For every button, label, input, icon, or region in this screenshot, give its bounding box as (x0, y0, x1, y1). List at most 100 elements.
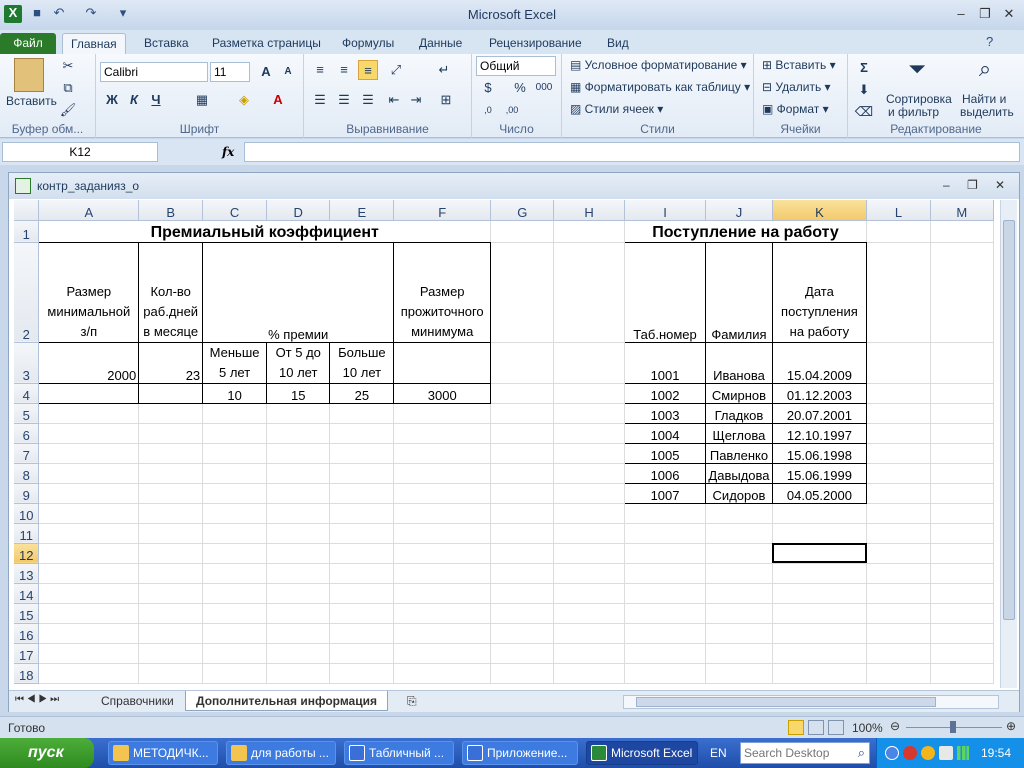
cell-a3[interactable]: 2000 (38, 341, 140, 384)
cell[interactable] (329, 623, 395, 644)
cell-j5[interactable]: Гладков (705, 402, 773, 424)
cell[interactable] (772, 523, 868, 544)
cell[interactable] (393, 443, 492, 464)
cell[interactable] (202, 563, 268, 584)
cell-c3[interactable]: Меньше 5 лет (202, 341, 268, 384)
cell[interactable] (38, 463, 140, 484)
cell[interactable] (705, 503, 773, 524)
page-layout-view-icon[interactable] (808, 720, 824, 735)
cell[interactable] (930, 583, 994, 604)
cell-j8[interactable]: Давыдова (705, 462, 773, 484)
align-middle-icon[interactable]: ≡ (334, 60, 354, 80)
cell[interactable] (38, 623, 140, 644)
cell-k4[interactable]: 01.12.2003 (771, 382, 868, 404)
cell-j4[interactable]: Смирнов (705, 382, 773, 404)
cell[interactable] (490, 383, 555, 404)
cell[interactable] (553, 403, 625, 424)
restore-icon[interactable]: ❐ (974, 6, 996, 22)
row-header[interactable]: 9 (14, 483, 40, 504)
normal-view-icon[interactable] (788, 720, 804, 735)
help-icon[interactable]: ? (986, 34, 993, 49)
minimize-icon[interactable]: – (950, 6, 972, 22)
cell[interactable] (624, 523, 707, 544)
cell[interactable] (202, 463, 268, 484)
cell-i3[interactable]: 1001 (623, 341, 707, 384)
cell[interactable] (866, 623, 931, 644)
col-header-b[interactable]: B (138, 200, 204, 221)
cell[interactable] (553, 503, 625, 524)
col-header-h[interactable]: H (553, 200, 625, 221)
font-color-icon[interactable]: A (268, 90, 288, 110)
cell[interactable] (866, 443, 931, 464)
decrease-indent-icon[interactable]: ⇤ (384, 90, 404, 110)
tray-signal-icon[interactable] (957, 746, 969, 760)
cell[interactable] (866, 523, 931, 544)
cell[interactable] (38, 663, 140, 684)
cell[interactable] (553, 483, 625, 504)
cell[interactable] (38, 643, 140, 664)
paste-button[interactable]: Вставить (6, 94, 57, 108)
col-header-l[interactable]: L (866, 200, 931, 221)
cell-k2[interactable]: Дата поступления на работу (771, 241, 868, 343)
new-sheet-icon[interactable]: ⎘ (407, 694, 417, 709)
cell[interactable] (930, 242, 994, 343)
row-header[interactable]: 6 (14, 423, 40, 444)
cell[interactable] (38, 523, 140, 544)
cell-b3[interactable]: 23 (138, 341, 204, 384)
cell[interactable] (553, 220, 625, 243)
increase-decimal-icon[interactable]: ,0 (478, 100, 498, 120)
cell[interactable] (866, 583, 931, 604)
col-header-i[interactable]: I (624, 200, 707, 221)
formula-input[interactable] (244, 142, 1020, 162)
cell[interactable] (329, 463, 395, 484)
cell[interactable] (329, 503, 395, 524)
cell[interactable] (490, 463, 555, 484)
taskbar-item-word-table[interactable]: Табличный ... (344, 741, 454, 765)
cell[interactable] (490, 643, 555, 664)
cell[interactable] (329, 403, 395, 424)
format-as-table-button[interactable]: ▦ Форматировать как таблицу ▾ (570, 80, 750, 94)
cell[interactable] (393, 403, 492, 424)
cell[interactable] (866, 383, 931, 404)
cell[interactable] (393, 623, 492, 644)
cell[interactable] (202, 583, 268, 604)
cell[interactable] (930, 503, 994, 524)
taskbar-item-work-folder[interactable]: для работы ... (226, 741, 336, 765)
align-bottom-icon[interactable]: ≡ (358, 60, 378, 80)
cell-e4[interactable]: 25 (329, 382, 395, 404)
paste-icon[interactable] (14, 58, 44, 92)
wb-close-icon[interactable]: ✕ (995, 178, 1005, 192)
cell[interactable] (266, 643, 331, 664)
cell[interactable] (866, 503, 931, 524)
cell[interactable] (266, 483, 331, 504)
cell[interactable] (553, 583, 625, 604)
wb-restore-icon[interactable]: ❐ (967, 178, 978, 192)
cell[interactable] (624, 583, 707, 604)
cell[interactable] (393, 523, 492, 544)
cell[interactable] (329, 603, 395, 624)
cell[interactable] (393, 643, 492, 664)
name-box[interactable]: K12 (2, 142, 158, 162)
cell-i9[interactable]: 1007 (623, 482, 707, 504)
cell[interactable] (329, 663, 395, 684)
cell-title-hiring[interactable]: Поступление на работу (624, 220, 868, 243)
cell[interactable] (138, 483, 204, 504)
cell[interactable] (266, 603, 331, 624)
align-top-icon[interactable]: ≡ (310, 60, 330, 80)
shrink-font-icon[interactable]: A (278, 62, 298, 82)
insert-function-button[interactable]: fx (222, 142, 240, 162)
row-header[interactable]: 18 (14, 663, 40, 684)
cell[interactable] (624, 643, 707, 664)
underline-button[interactable]: Ч (146, 90, 166, 110)
cell-cde2[interactable]: % премии (202, 241, 395, 343)
cell[interactable] (553, 563, 625, 584)
cell[interactable] (266, 443, 331, 464)
cell[interactable] (930, 543, 994, 564)
conditional-formatting-button[interactable]: ▤ Условное форматирование ▾ (570, 58, 747, 72)
sheet-nav-arrows-icon[interactable]: ⏮ ◀ ▶ ⏭ (15, 694, 59, 705)
cell-f3[interactable] (393, 341, 492, 384)
row-header[interactable]: 13 (14, 563, 40, 584)
cell[interactable] (38, 543, 140, 564)
cell-d4[interactable]: 15 (266, 382, 331, 404)
cell[interactable] (866, 563, 931, 584)
